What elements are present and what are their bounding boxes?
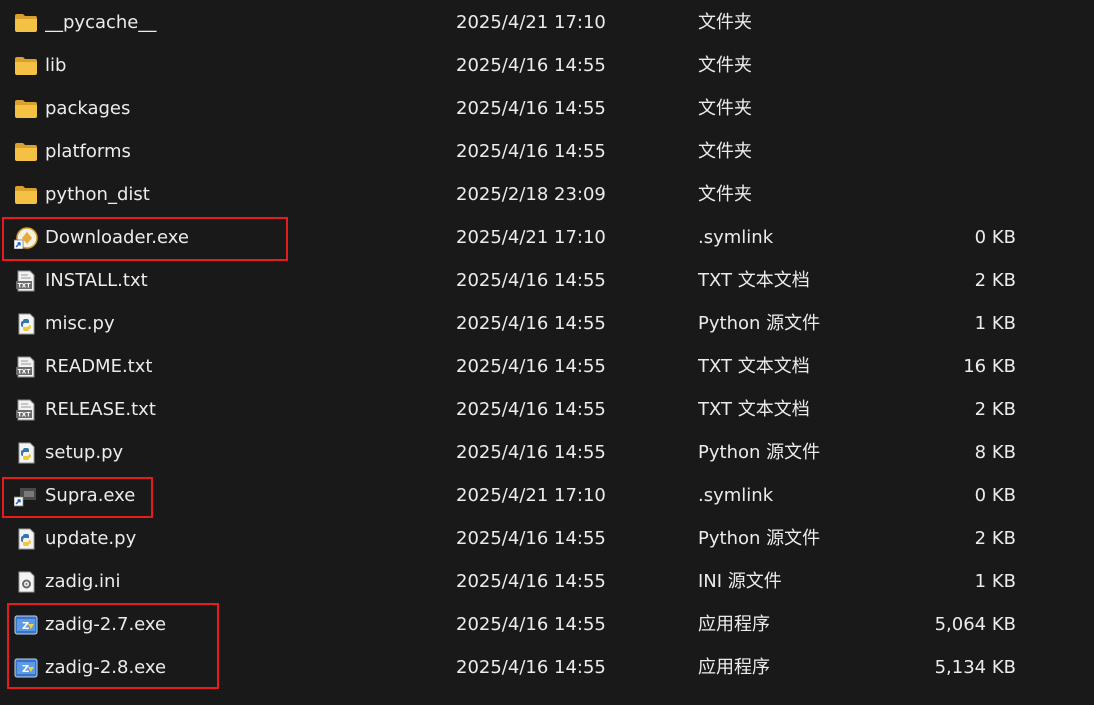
- file-size: 1 KB: [974, 313, 1016, 334]
- file-row-pycache[interactable]: __pycache__ 2025/4/21 17:10 文件夹: [0, 1, 1094, 44]
- text-file-icon: TXT: [14, 270, 38, 292]
- file-name: setup.py: [45, 442, 124, 463]
- file-size: 5,134 KB: [934, 657, 1016, 678]
- ini-file-icon: [14, 571, 38, 593]
- file-name: zadig-2.7.exe: [45, 614, 167, 635]
- file-name: zadig-2.8.exe: [45, 657, 167, 678]
- file-date: 2025/4/16 14:55: [456, 98, 606, 119]
- file-row-packages[interactable]: packages 2025/4/16 14:55 文件夹: [0, 87, 1094, 130]
- file-date: 2025/4/16 14:55: [456, 313, 606, 334]
- text-file-icon: TXT: [14, 399, 38, 421]
- file-size: 2 KB: [974, 528, 1016, 549]
- file-name: misc.py: [45, 313, 115, 334]
- file-date: 2025/4/16 14:55: [456, 442, 606, 463]
- file-date: 2025/4/16 14:55: [456, 528, 606, 549]
- file-date: 2025/4/16 14:55: [456, 55, 606, 76]
- file-size: 16 KB: [963, 356, 1016, 377]
- python-file-icon: [14, 313, 38, 335]
- file-date: 2025/4/16 14:55: [456, 614, 606, 635]
- svg-text:TXT: TXT: [18, 283, 32, 290]
- python-file-icon: [14, 442, 38, 464]
- file-date: 2025/4/16 14:55: [456, 270, 606, 291]
- file-name: update.py: [45, 528, 137, 549]
- file-name: python_dist: [45, 184, 150, 205]
- file-row-supra-exe[interactable]: Supra.exe 2025/4/21 17:10 .symlink 0 KB: [0, 474, 1094, 517]
- text-file-icon: TXT: [14, 356, 38, 378]
- file-row-lib[interactable]: lib 2025/4/16 14:55 文件夹: [0, 44, 1094, 87]
- file-size: [860, 1, 1016, 44]
- file-date: 2025/4/16 14:55: [456, 657, 606, 678]
- file-name: __pycache__: [45, 12, 157, 33]
- file-date: 2025/4/21 17:10: [456, 227, 606, 248]
- file-row-update-py[interactable]: update.py 2025/4/16 14:55 Python 源文件 2 K…: [0, 517, 1094, 560]
- zadig-app-icon: Z: [14, 614, 38, 636]
- file-size: 2 KB: [974, 270, 1016, 291]
- downloader-shortcut-icon: [14, 227, 38, 249]
- file-date: 2025/4/16 14:55: [456, 399, 606, 420]
- folder-icon: [14, 98, 38, 120]
- file-date: 2025/4/21 17:10: [456, 12, 606, 33]
- svg-text:TXT: TXT: [18, 412, 32, 419]
- file-size: [860, 130, 1016, 173]
- file-row-release-txt[interactable]: TXT RELEASE.txt 2025/4/16 14:55 TXT 文本文档…: [0, 388, 1094, 431]
- svg-text:Z: Z: [22, 664, 29, 675]
- file-size: 5,064 KB: [934, 614, 1016, 635]
- file-date: 2025/4/21 17:10: [456, 485, 606, 506]
- file-size: [860, 87, 1016, 130]
- file-row-misc-py[interactable]: misc.py 2025/4/16 14:55 Python 源文件 1 KB: [0, 302, 1094, 345]
- file-row-readme-txt[interactable]: TXT README.txt 2025/4/16 14:55 TXT 文本文档 …: [0, 345, 1094, 388]
- file-name: zadig.ini: [45, 571, 121, 592]
- file-size: 1 KB: [974, 571, 1016, 592]
- folder-icon: [14, 12, 38, 34]
- svg-text:Z: Z: [22, 621, 29, 632]
- folder-icon: [14, 184, 38, 206]
- file-name: README.txt: [45, 356, 153, 377]
- file-size: 0 KB: [974, 485, 1016, 506]
- file-date: 2025/4/16 14:55: [456, 571, 606, 592]
- file-name: packages: [45, 98, 131, 119]
- file-size: 0 KB: [974, 227, 1016, 248]
- zadig-app-icon: Z: [14, 657, 38, 679]
- python-file-icon: [14, 528, 38, 550]
- folder-icon: [14, 55, 38, 77]
- file-name: Supra.exe: [45, 485, 136, 506]
- file-date: 2025/4/16 14:55: [456, 141, 606, 162]
- file-row-python-dist[interactable]: python_dist 2025/2/18 23:09 文件夹: [0, 173, 1094, 216]
- file-name: Downloader.exe: [45, 227, 189, 248]
- file-list: __pycache__ 2025/4/21 17:10 文件夹 lib 2025…: [0, 0, 1094, 705]
- file-row-zadig-ini[interactable]: zadig.ini 2025/4/16 14:55 INI 源文件 1 KB: [0, 560, 1094, 603]
- file-name: platforms: [45, 141, 131, 162]
- shortcut-icon: [14, 485, 38, 507]
- file-name: RELEASE.txt: [45, 399, 156, 420]
- file-size: 8 KB: [974, 442, 1016, 463]
- file-size: 2 KB: [974, 399, 1016, 420]
- svg-text:TXT: TXT: [18, 369, 32, 376]
- file-date: 2025/4/16 14:55: [456, 356, 606, 377]
- file-date: 2025/2/18 23:09: [456, 184, 606, 205]
- file-row-zadig-2-7-exe[interactable]: Z zadig-2.7.exe 2025/4/16 14:55 应用程序 5,0…: [0, 603, 1094, 646]
- file-name: INSTALL.txt: [45, 270, 148, 291]
- file-name: lib: [45, 55, 67, 76]
- file-row-setup-py[interactable]: setup.py 2025/4/16 14:55 Python 源文件 8 KB: [0, 431, 1094, 474]
- file-size: [860, 173, 1016, 216]
- file-row-downloader-exe[interactable]: Downloader.exe 2025/4/21 17:10 .symlink …: [0, 216, 1094, 259]
- folder-icon: [14, 141, 38, 163]
- file-size: [860, 44, 1016, 87]
- file-row-zadig-2-8-exe[interactable]: Z zadig-2.8.exe 2025/4/16 14:55 应用程序 5,1…: [0, 646, 1094, 689]
- file-row-install-txt[interactable]: TXT INSTALL.txt 2025/4/16 14:55 TXT 文本文档…: [0, 259, 1094, 302]
- file-row-platforms[interactable]: platforms 2025/4/16 14:55 文件夹: [0, 130, 1094, 173]
